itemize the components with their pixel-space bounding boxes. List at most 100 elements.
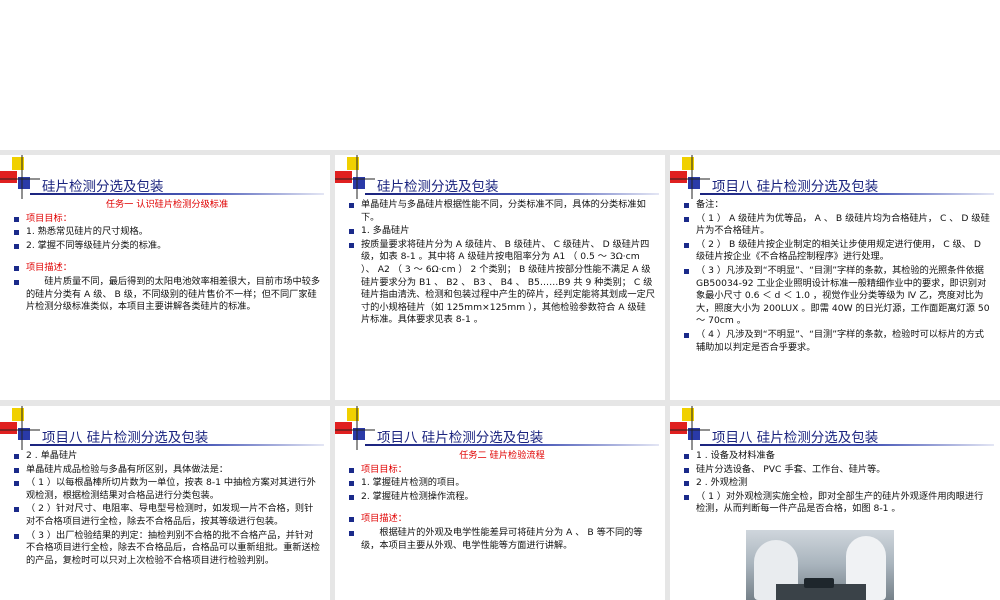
text-line: （ 1 ）对外观检测实施全检，即对全部生产的硅片外观逐件用肉眼进行检测，从而判断… — [684, 491, 990, 516]
line-text: 1. 多晶硅片 — [361, 225, 410, 237]
line-text: 1. 熟悉常见硅片的尺寸规格。 — [26, 226, 148, 238]
bullet-icon — [14, 507, 19, 513]
bullet-icon — [684, 332, 689, 338]
slide-body: 任务二 硅片检验流程项目目标： 1. 掌握硅片检测的项目。 2. 掌握硅片检测操作流… — [349, 450, 655, 553]
line-text: （ 1 ） A 级硅片为优等品， A 、 B 级硅片均为合格硅片， C 、 D … — [696, 212, 990, 237]
text-line: （ 3 ）凡涉及到“不明显”、“目测”字样的条款，其检验的光照条件依据 GB50… — [684, 265, 990, 328]
wafer — [804, 578, 834, 588]
text-line: 2. 掌握不同等级硅片分类的标准。 — [14, 240, 320, 253]
line-text: 单晶硅片与多晶硅片根据性能不同，分类标准不同，具体的分类标准如下。 — [361, 199, 646, 223]
text-line: 项目描述： — [14, 262, 320, 275]
title-underline — [700, 193, 994, 195]
line-text: 单晶硅片成品检验与多晶有所区别，具体做法是： — [26, 463, 229, 475]
bullet-icon — [684, 203, 689, 208]
blank-slide-area — [0, 0, 1000, 150]
bullet-icon — [14, 243, 19, 249]
line-text: （ 1 ）对外观检测实施全检，即对全部生产的硅片外观逐件用肉眼进行检测，从而判断… — [696, 490, 984, 515]
line-text: 备注： — [696, 199, 724, 210]
text-line: 硅片质量不同，最后得到的太阳电池效率相差很大，目前市场中较多的硅片分类有 A 级… — [14, 276, 320, 314]
line-text: 2 . 单晶硅片 — [26, 450, 78, 461]
title-underline — [30, 193, 324, 195]
text-line: （ 1 ） A 级硅片为优等品， A 、 B 级硅片均为合格硅片， C 、 D … — [684, 213, 990, 238]
line-text: 项目描述： — [26, 262, 72, 274]
bullet-icon — [14, 266, 19, 272]
text-line: 2. 掌握硅片检测操作流程。 — [349, 491, 655, 504]
slide-title: 项目八 硅片检测分选及包装 — [42, 430, 209, 446]
slide-title: 硅片检测分选及包装 — [377, 179, 499, 195]
line-text: （ 4 ）凡涉及到“不明显”、“目测”字样的条款，检验时可以标片的方式辅助加以判… — [696, 328, 984, 353]
line-text: 项目描述： — [361, 513, 407, 525]
text-line: 2 . 单晶硅片 — [14, 450, 320, 463]
bullet-icon — [14, 454, 19, 459]
bullet-icon — [684, 494, 689, 500]
slide-thumbnail-6[interactable]: 项目八 硅片检测分选及包装 1 . 设备及材料准备硅片分选设备、 PVC 手套、工… — [670, 406, 1000, 600]
text-line: 根据硅片的外观及电学性能差异可将硅片分为 A 、 B 等不同的等级，本项目主要从… — [349, 527, 655, 552]
wafer-inspection-photo — [746, 530, 894, 600]
text-line: （ 1 ）以每根晶棒所切片数为一单位，按表 8-1 中抽检方案对其进行外观检测，… — [14, 477, 320, 502]
bullet-icon — [349, 481, 354, 487]
bullet-icon — [349, 494, 354, 500]
bullet-icon — [14, 533, 19, 539]
line-text: 项目目标： — [361, 463, 407, 475]
line-text: （ 2 ）针对尺寸、电阻率、导电型号检测时，如发现一片不合格，则针对不合格项目进… — [26, 503, 314, 527]
text-line: 1 . 设备及材料准备 — [684, 450, 990, 463]
bullet-icon — [684, 481, 689, 487]
text-line: 项目描述： — [349, 513, 655, 526]
bullet-icon — [14, 230, 19, 236]
slide-thumbnail-3[interactable]: 项目八 硅片检测分选及包装备注： （ 1 ） A 级硅片为优等品， A 、 B 级… — [670, 155, 1000, 400]
bullet-icon — [14, 467, 19, 473]
slide-thumbnail-1[interactable]: 硅片检测分选及包装任务一 认识硅片检测分级标准 项目目标： 1. 熟悉常见硅片的尺寸… — [0, 155, 330, 400]
text-line: （ 2 ）针对尺寸、电阻率、导电型号检测时，如发现一片不合格，则针对不合格项目进… — [14, 503, 320, 528]
slide-body: 备注： （ 1 ） A 级硅片为优等品， A 、 B 级硅片均为合格硅片， C 、… — [684, 199, 990, 355]
title-underline — [700, 444, 994, 446]
bullet-icon — [349, 467, 354, 473]
text-line: 单晶硅片与多晶硅片根据性能不同，分类标准不同，具体的分类标准如下。 — [349, 199, 655, 224]
text-line: （ 4 ）凡涉及到“不明显”、“目测”字样的条款，检验时可以标片的方式辅助加以判… — [684, 329, 990, 354]
slide-thumbnail-5[interactable]: 项目八 硅片检测分选及包装任务二 硅片检验流程项目目标： 1. 掌握硅片检测的项目… — [335, 406, 665, 600]
text-line: 项目目标： — [349, 464, 655, 477]
bullet-icon — [349, 203, 354, 208]
line-text: 根据硅片的外观及电学性能差异可将硅片分为 A 、 B 等不同的等级，本项目主要从… — [361, 526, 643, 551]
slide-body: 单晶硅片与多晶硅片根据性能不同，分类标准不同，具体的分类标准如下。 1. 多晶硅片… — [349, 199, 655, 328]
title-underline — [30, 444, 324, 446]
slide-title: 项目八 硅片检测分选及包装 — [712, 179, 879, 195]
line-text: 2. 掌握不同等级硅片分类的标准。 — [26, 239, 167, 251]
bullet-icon — [14, 279, 19, 285]
text-line: 硅片分选设备、 PVC 手套、工作台、硅片等。 — [684, 464, 990, 477]
text-line: （ 2 ） B 级硅片按企业制定的相关让步使用规定进行使用， C 级、 D 级硅… — [684, 239, 990, 264]
line-text: 1. 掌握硅片检测的项目。 — [361, 477, 465, 489]
text-line: 2 . 外观检测 — [684, 477, 990, 490]
line-text: 任务二 硅片检验流程 — [459, 450, 545, 461]
line-text: 硅片分选设备、 PVC 手套、工作台、硅片等。 — [696, 463, 886, 475]
text-line: 单晶硅片成品检验与多晶有所区别，具体做法是： — [14, 464, 320, 477]
line-text: （ 2 ） B 级硅片按企业制定的相关让步使用规定进行使用， C 级、 D 级硅… — [696, 238, 981, 263]
slide-body: 任务一 认识硅片检测分级标准 项目目标： 1. 熟悉常见硅片的尺寸规格。 2. 掌握不… — [14, 199, 320, 315]
line-text: （ 3 ）出厂检验结果的判定：抽检判别不合格的批不合格产品，并针对不合格项目进行… — [26, 529, 320, 566]
slide-thumbnail-2[interactable]: 硅片检测分选及包装单晶硅片与多晶硅片根据性能不同，分类标准不同，具体的分类标准如… — [335, 155, 665, 400]
bullet-icon — [349, 229, 354, 235]
text-line: 1. 多晶硅片 — [349, 225, 655, 238]
bullet-icon — [349, 530, 354, 536]
text-line: 备注： — [684, 199, 990, 212]
line-text: （ 1 ）以每根晶棒所切片数为一单位，按表 8-1 中抽检方案对其进行外观检测，… — [26, 477, 316, 501]
line-text: 按质量要求将硅片分为 A 级硅片、 B 级硅片、 C 级硅片、 D 级硅片四级，… — [361, 238, 655, 326]
line-text: （ 3 ）凡涉及到“不明显”、“目测”字样的条款，其检验的光照条件依据 GB50… — [696, 264, 990, 327]
bullet-icon — [684, 216, 689, 222]
slide-thumbnail-4[interactable]: 项目八 硅片检测分选及包装 2 . 单晶硅片单晶硅片成品检验与多晶有所区别，具体做… — [0, 406, 330, 600]
text-line: 任务二 硅片检验流程 — [349, 450, 655, 463]
line-text: 1 . 设备及材料准备 — [696, 450, 775, 461]
line-text: 2 . 外观检测 — [696, 477, 748, 489]
text-line: 任务一 认识硅片检测分级标准 — [14, 199, 320, 212]
title-underline — [365, 444, 659, 446]
bullet-icon — [349, 517, 354, 523]
bullet-icon — [14, 481, 19, 487]
slide-title: 硅片检测分选及包装 — [42, 179, 164, 195]
bullet-icon — [684, 242, 689, 248]
slide-title: 项目八 硅片检测分选及包装 — [377, 430, 544, 446]
bullet-icon — [14, 216, 19, 222]
line-text: 项目目标： — [26, 212, 72, 224]
title-underline — [365, 193, 659, 195]
slide-body: 2 . 单晶硅片单晶硅片成品检验与多晶有所区别，具体做法是： （ 1 ）以每根晶棒… — [14, 450, 320, 568]
slide-title: 项目八 硅片检测分选及包装 — [712, 430, 879, 446]
